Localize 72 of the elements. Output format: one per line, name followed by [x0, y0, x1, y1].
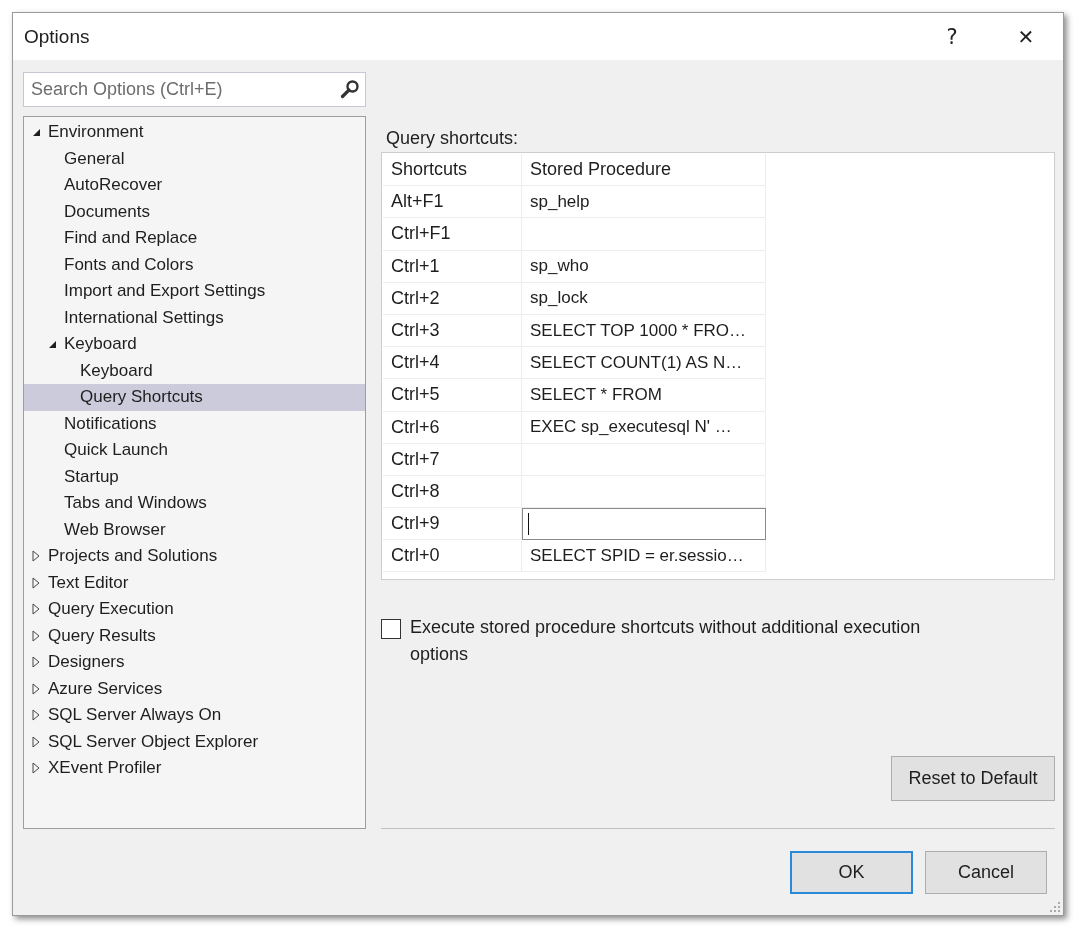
tree-item[interactable]: Query Execution: [24, 596, 365, 623]
collapsed-arrow-icon[interactable]: [32, 576, 40, 589]
tree-item[interactable]: Find and Replace: [24, 225, 365, 252]
window-title: Options: [24, 25, 91, 48]
shortcut-cell: Ctrl+9: [383, 508, 522, 541]
shortcut-cell: Ctrl+0: [383, 540, 522, 573]
tree-item[interactable]: Fonts and Colors: [24, 251, 365, 278]
tree-item[interactable]: Query Results: [24, 622, 365, 649]
shortcut-cell: Ctrl+3: [383, 314, 522, 348]
ok-button[interactable]: OK: [790, 850, 913, 894]
collapsed-arrow-icon[interactable]: [32, 656, 40, 669]
collapsed-arrow-icon[interactable]: [32, 629, 40, 642]
collapsed-arrow-icon[interactable]: [32, 603, 40, 616]
tree-item[interactable]: Web Browser: [24, 516, 365, 543]
tree-item[interactable]: International Settings: [24, 304, 365, 331]
shortcut-cell: Ctrl+2: [383, 282, 522, 315]
tree-item[interactable]: Import and Export Settings: [24, 278, 365, 305]
tree-item[interactable]: Startup: [24, 463, 365, 490]
procedure-cell[interactable]: SELECT SPID = er.sessio…: [522, 540, 766, 573]
collapsed-arrow-icon[interactable]: [32, 550, 40, 563]
tree-item[interactable]: Projects and Solutions: [24, 543, 365, 570]
tree-item[interactable]: Query Shortcuts: [24, 384, 365, 411]
shortcut-cell: Ctrl+7: [383, 443, 522, 476]
column-header: Shortcuts: [383, 154, 522, 187]
search-field[interactable]: Search Options (Ctrl+E): [23, 72, 366, 107]
procedure-input-field[interactable]: [522, 508, 766, 541]
tree-item[interactable]: AutoRecover: [24, 172, 365, 199]
collapsed-arrow-icon[interactable]: [32, 735, 40, 748]
tree-item[interactable]: Quick Launch: [24, 437, 365, 464]
collapsed-arrow-icon[interactable]: [32, 682, 40, 695]
tree-item[interactable]: Keyboard: [24, 357, 365, 384]
close-button[interactable]: ✕: [989, 13, 1063, 60]
tree-item[interactable]: Documents: [24, 198, 365, 225]
tree-item[interactable]: Azure Services: [24, 675, 365, 702]
tree-item[interactable]: Text Editor: [24, 569, 365, 596]
help-button[interactable]: ?: [915, 13, 989, 60]
reset-to-default-button[interactable]: Reset to Default: [891, 756, 1055, 801]
procedure-cell[interactable]: SELECT TOP 1000 * FRO…: [522, 314, 766, 348]
shortcut-cell: Ctrl+1: [383, 250, 522, 283]
procedure-cell[interactable]: [522, 475, 766, 509]
expanded-arrow-icon[interactable]: [32, 127, 41, 137]
procedure-cell[interactable]: EXEC sp_executesql N' …: [522, 411, 766, 444]
procedure-cell[interactable]: sp_help: [522, 186, 766, 219]
tree-item[interactable]: General: [24, 145, 365, 172]
search-icon: [340, 79, 360, 99]
query-shortcuts-label: Query shortcuts:: [386, 128, 520, 150]
shortcut-cell: Ctrl+F1: [383, 218, 522, 251]
procedure-cell[interactable]: SELECT * FROM: [522, 379, 766, 412]
collapsed-arrow-icon[interactable]: [32, 709, 40, 722]
resize-grip-icon[interactable]: [1049, 901, 1061, 913]
shortcut-cell: Ctrl+5: [383, 379, 522, 412]
tree-item[interactable]: Notifications: [24, 410, 365, 437]
tree-item[interactable]: Environment: [24, 119, 365, 146]
procedure-cell[interactable]: SELECT COUNT(1) AS N…: [522, 347, 766, 380]
checkbox-label[interactable]: Execute stored procedure shortcuts without additional execution options: [410, 614, 970, 668]
shortcut-cell: Alt+F1: [383, 186, 522, 219]
collapsed-arrow-icon[interactable]: [32, 762, 40, 775]
procedure-cell[interactable]: sp_lock: [522, 282, 766, 315]
tree-item[interactable]: Designers: [24, 649, 365, 676]
tree-item[interactable]: Keyboard: [24, 331, 365, 358]
shortcut-cell: Ctrl+8: [383, 475, 522, 509]
cancel-button[interactable]: Cancel: [925, 850, 1047, 894]
shortcut-cell: Ctrl+6: [383, 411, 522, 444]
shortcut-cell: Ctrl+4: [383, 347, 522, 380]
expanded-arrow-icon[interactable]: [48, 339, 57, 349]
tree-item[interactable]: SQL Server Object Explorer: [24, 728, 365, 755]
tree-item[interactable]: XEvent Profiler: [24, 755, 365, 782]
checkbox[interactable]: [381, 619, 401, 639]
procedure-cell[interactable]: sp_who: [522, 250, 766, 283]
column-header: Stored Procedure: [522, 154, 766, 187]
tree-item[interactable]: Tabs and Windows: [24, 490, 365, 517]
tree-item[interactable]: SQL Server Always On: [24, 702, 365, 729]
